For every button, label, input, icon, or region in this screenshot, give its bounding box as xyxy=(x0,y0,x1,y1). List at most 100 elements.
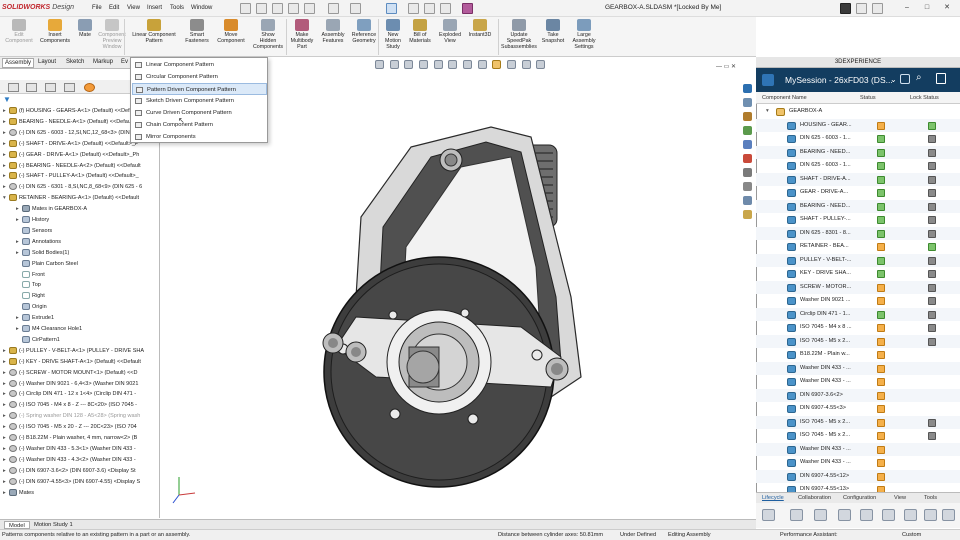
ribbon-button-large-assembly-settings[interactable]: Large Assembly Settings xyxy=(568,19,600,50)
component-row[interactable]: KEY - DRIVE SHA... xyxy=(756,267,960,281)
lock-icon[interactable] xyxy=(928,324,936,332)
tab-evaluate[interactable]: Ev xyxy=(121,59,128,65)
reserve-icon[interactable] xyxy=(882,509,895,521)
zoom-to-fit-icon[interactable] xyxy=(375,60,384,69)
component-row[interactable]: BEARING - NEED... xyxy=(756,145,960,159)
ribbon-button-update-speedpak-subassemblies[interactable]: Update SpeedPak Subassemblies xyxy=(500,19,538,50)
options-icon[interactable] xyxy=(440,3,451,14)
component-row[interactable]: B18.22M - Plain w... xyxy=(756,348,960,362)
ribbon-button-exploded-view[interactable]: Exploded View xyxy=(436,19,464,44)
menu-window[interactable]: Window xyxy=(191,5,212,11)
solidworks-forum-icon[interactable] xyxy=(743,182,752,191)
open-icon[interactable] xyxy=(272,3,283,14)
section-view-icon[interactable] xyxy=(419,60,429,69)
tree-node[interactable]: ▸ (-) DIN 6907-4.55<3> (DIN 6907-4.55) <D… xyxy=(0,477,160,488)
root-row[interactable]: ▾ GEARBOX-A xyxy=(756,105,960,119)
tree-node[interactable]: ▸ Solid Bodies(1) xyxy=(0,248,160,259)
lock-icon[interactable] xyxy=(928,270,936,278)
dropdown-item[interactable]: Linear Component Pattern xyxy=(132,59,267,71)
tree-node[interactable]: ▸ (-) DIN 6907-3.6<2> (DIN 6907-3.6) <Dis… xyxy=(0,466,160,477)
component-row[interactable]: DIN 6907-3.6<2> xyxy=(756,388,960,402)
component-row[interactable]: RETAINER - BEA... xyxy=(756,240,960,254)
expand-icon[interactable]: ▸ xyxy=(3,422,9,433)
tab-sketch[interactable]: Sketch xyxy=(66,59,84,65)
home-icon[interactable] xyxy=(240,3,251,14)
expand-icon[interactable]: ▸ xyxy=(3,433,9,444)
ribbon-button-new-motion-study[interactable]: New Motion Study xyxy=(380,19,406,50)
explore-icon[interactable] xyxy=(814,509,827,521)
tab-layout[interactable]: Layout xyxy=(38,59,56,65)
select-icon[interactable] xyxy=(386,3,397,14)
tree-node[interactable]: ▸ History xyxy=(0,215,160,226)
design-library-icon[interactable] xyxy=(743,112,752,121)
component-row[interactable]: DIN 625 - 6003 - 1... xyxy=(756,132,960,146)
menu-tools[interactable]: Tools xyxy=(170,5,184,11)
component-row[interactable]: HOUSING - GEAR... xyxy=(756,118,960,132)
performance-assistant[interactable]: Performance Assistant: xyxy=(780,532,838,538)
ribbon-button-show-hidden-components[interactable]: Show Hidden Components xyxy=(250,19,286,50)
tree-node[interactable]: ▸ (-) Spring washer DIN 128 - A5<28> (Spr… xyxy=(0,411,160,422)
3dexperience-icon[interactable] xyxy=(743,84,752,93)
component-row[interactable]: Washer DIN 9021 ... xyxy=(756,294,960,308)
file-explorer-icon[interactable] xyxy=(743,126,752,135)
marketplace-icon[interactable] xyxy=(743,196,752,205)
command-prompt-icon[interactable] xyxy=(840,3,851,14)
expand-icon[interactable]: ▸ xyxy=(3,389,9,400)
component-row[interactable]: Washer DIN 433 - ... xyxy=(756,456,960,470)
minimize-icon[interactable]: – xyxy=(902,3,912,13)
ribbon-button-edit-component[interactable]: Edit Component xyxy=(2,19,36,44)
col-status[interactable]: Status xyxy=(860,95,876,101)
menu-edit[interactable]: Edit xyxy=(109,5,119,11)
tree-node[interactable]: Front xyxy=(0,270,160,281)
ribbon-button-move-component[interactable]: Move Component xyxy=(212,19,250,44)
tab-assembly[interactable]: Assembly xyxy=(2,58,35,68)
add-ins-icon[interactable] xyxy=(743,210,752,219)
col-lock-status[interactable]: Lock Status xyxy=(910,95,939,101)
expand-icon[interactable] xyxy=(900,74,910,84)
viewport-window-controls[interactable]: — ▭ ✕ xyxy=(716,63,736,70)
tree-node[interactable]: ▸ (-) BEARING - NEEDLE-A<2> (Default) <<D… xyxy=(0,161,160,172)
app-logo[interactable]: SOLIDWORKS Design xyxy=(2,4,74,11)
display-style-icon[interactable] xyxy=(463,60,473,69)
dropdown-item[interactable]: Sketch Driven Component Pattern xyxy=(132,95,267,107)
component-row[interactable]: SCREW - MOTOR... xyxy=(756,280,960,294)
component-row[interactable]: PULLEY - V-BELT-... xyxy=(756,253,960,267)
component-row[interactable]: ISO 7045 - M5 x 2... xyxy=(756,415,960,429)
tree-node[interactable]: Top xyxy=(0,280,160,291)
search-commands-icon[interactable] xyxy=(856,3,867,14)
filter-icon[interactable]: ▼ xyxy=(3,96,11,104)
component-row[interactable]: ISO 7045 - M4 x 8 ... xyxy=(756,321,960,335)
tree-node[interactable]: ▸ (-) SHAFT - PULLEY-A<1> (Default) <<Def… xyxy=(0,171,160,182)
tree-node[interactable]: Right xyxy=(0,291,160,302)
hide-show-items-icon[interactable] xyxy=(477,60,487,69)
configuration-manager-icon[interactable] xyxy=(45,83,56,92)
redo-icon[interactable] xyxy=(350,3,361,14)
lock-icon[interactable] xyxy=(928,189,936,197)
lock-icon[interactable] xyxy=(928,256,936,265)
rebuild-icon[interactable] xyxy=(408,3,419,14)
ribbon-button-make-multibody-part[interactable]: Make Multibody Part xyxy=(288,19,316,50)
dropdown-item[interactable]: Circular Component Pattern xyxy=(132,71,267,83)
tab-tools[interactable]: Tools xyxy=(924,495,937,501)
units-selector[interactable]: Custom xyxy=(902,532,921,538)
ribbon-button-mate[interactable]: Mate xyxy=(74,19,96,38)
menu-file[interactable]: File xyxy=(92,5,102,11)
maximize-icon[interactable]: □ xyxy=(922,3,932,13)
dropdown-item[interactable]: Chain Component Pattern xyxy=(132,119,267,131)
tree-node[interactable]: ▸ (-) DIN 625 - 6301 - 8,SI,NC,8_68<9> (D… xyxy=(0,182,160,193)
display-pane-icon[interactable] xyxy=(536,60,546,69)
collapse-icon[interactable]: ▾ xyxy=(766,105,769,119)
dynamic-annotation-icon[interactable] xyxy=(433,60,443,69)
expand-icon[interactable]: ▸ xyxy=(3,400,9,411)
component-row[interactable]: SHAFT - PULLEY-... xyxy=(756,213,960,227)
lock-icon[interactable] xyxy=(928,216,936,224)
tab-markup[interactable]: Markup xyxy=(93,59,113,65)
macro-icon[interactable] xyxy=(462,3,473,14)
component-row[interactable]: DIN 6907-4.55<12> xyxy=(756,469,960,483)
tab-view[interactable]: View xyxy=(894,495,906,501)
ribbon-button-smart-fasteners[interactable]: Smart Fasteners xyxy=(182,19,212,44)
dimxpert-icon[interactable] xyxy=(64,83,75,92)
tree-node[interactable]: ▸ Extrude1 xyxy=(0,313,160,324)
lock-icon[interactable] xyxy=(928,310,936,319)
tab-model[interactable]: Model xyxy=(4,521,30,529)
